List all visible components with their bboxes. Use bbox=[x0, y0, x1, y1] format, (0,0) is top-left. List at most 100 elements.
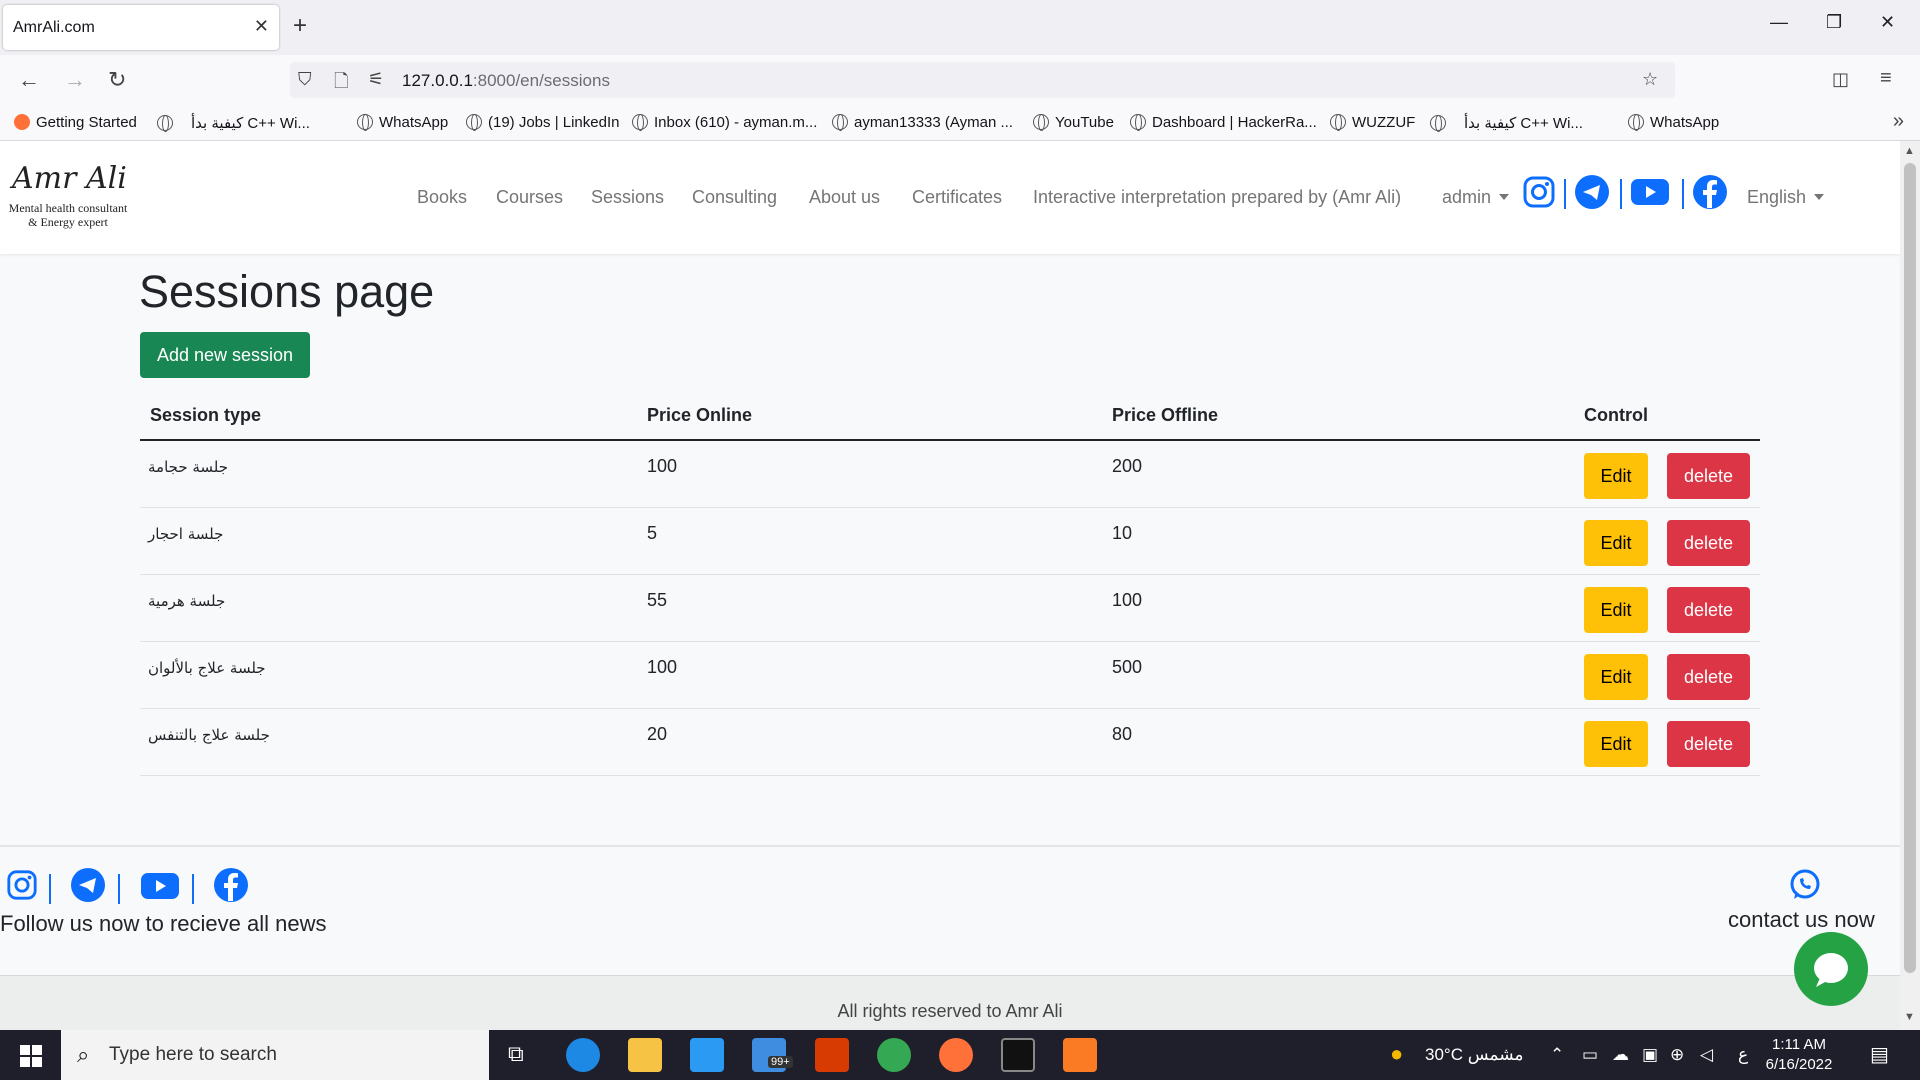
restore-icon[interactable]: ❐ bbox=[1826, 12, 1842, 33]
tray-overflow-icon[interactable]: ⌃ bbox=[1550, 1045, 1564, 1065]
onedrive-icon[interactable]: ☁ bbox=[1612, 1045, 1629, 1065]
clock[interactable]: 1:11 AM 6/16/2022 bbox=[1755, 1035, 1843, 1075]
bookmark-item[interactable]: WhatsApp bbox=[357, 114, 448, 131]
mail-badge: 99+ bbox=[768, 1056, 793, 1068]
terminal-icon[interactable] bbox=[1001, 1038, 1035, 1072]
contact-us-link[interactable]: contact us now bbox=[1728, 907, 1875, 933]
battery-icon[interactable]: ▭ bbox=[1582, 1045, 1598, 1065]
office-icon[interactable] bbox=[815, 1038, 849, 1072]
bookmark-item[interactable]: WhatsApp bbox=[1628, 114, 1719, 131]
bookmark-item[interactable]: Dashboard | HackerRa... bbox=[1130, 114, 1317, 131]
weather-text[interactable]: 30°C مشمس bbox=[1425, 1045, 1524, 1065]
back-icon[interactable]: ← bbox=[18, 67, 40, 93]
firefox-icon[interactable] bbox=[939, 1038, 973, 1072]
nav-courses[interactable]: Courses bbox=[496, 187, 563, 208]
network-icon[interactable]: ⊕ bbox=[1670, 1045, 1684, 1065]
delete-button[interactable]: delete bbox=[1667, 721, 1750, 767]
nav-books[interactable]: Books bbox=[417, 187, 467, 208]
minimize-icon[interactable]: — bbox=[1770, 12, 1788, 33]
nav-about-us[interactable]: About us bbox=[809, 187, 880, 208]
chrome-icon[interactable] bbox=[877, 1038, 911, 1072]
bookmarks-overflow-icon[interactable]: » bbox=[1893, 110, 1904, 133]
bookmark-item[interactable]: YouTube bbox=[1033, 114, 1114, 131]
nav-sessions[interactable]: Sessions bbox=[591, 187, 664, 208]
column-header: Price Online bbox=[647, 405, 753, 425]
globe-icon bbox=[1033, 114, 1049, 131]
add-session-button[interactable]: Add new session bbox=[140, 332, 310, 378]
globe-icon bbox=[1330, 114, 1346, 131]
price-offline: 200 bbox=[1112, 456, 1143, 476]
telegram-icon[interactable] bbox=[70, 867, 106, 903]
admin-dropdown[interactable]: admin bbox=[1442, 187, 1510, 208]
nav-interactive-interpretation[interactable]: Interactive interpretation prepared by (… bbox=[1033, 187, 1401, 208]
task-view-icon[interactable]: ⧉ bbox=[508, 1041, 524, 1067]
language-dropdown[interactable]: English bbox=[1747, 187, 1825, 208]
volume-icon[interactable]: ◁ bbox=[1700, 1045, 1713, 1065]
new-tab-icon[interactable]: + bbox=[293, 12, 307, 40]
delete-button[interactable]: delete bbox=[1667, 520, 1750, 566]
chat-button[interactable] bbox=[1794, 932, 1868, 1006]
shield-icon[interactable]: ⛉ bbox=[298, 69, 312, 90]
browser-tab[interactable]: AmrAli.com ✕ bbox=[3, 5, 279, 50]
edge-icon[interactable] bbox=[566, 1038, 600, 1072]
price-online: 55 bbox=[647, 590, 668, 610]
url-bar[interactable]: ⛉ 🗋 ⚟ 127.0.0.1:8000/en/sessions ☆ bbox=[290, 62, 1675, 98]
edit-button[interactable]: Edit bbox=[1584, 721, 1648, 767]
mail-icon[interactable]: 99+ bbox=[752, 1038, 793, 1072]
globe-icon bbox=[157, 115, 173, 132]
bookmark-star-icon[interactable]: ☆ bbox=[1642, 69, 1658, 90]
edit-button[interactable]: Edit bbox=[1584, 520, 1648, 566]
close-tab-icon[interactable]: ✕ bbox=[254, 16, 269, 37]
bookmark-item[interactable]: كيفية بدأ C++ Wi... bbox=[1430, 114, 1583, 132]
bookmark-item[interactable]: Inbox (610) - ayman.m... bbox=[632, 114, 817, 131]
instagram-icon[interactable] bbox=[1522, 175, 1556, 209]
bookmark-item[interactable]: Getting Started bbox=[14, 114, 137, 131]
menu-icon[interactable]: ≡ bbox=[1880, 67, 1892, 90]
edit-button[interactable]: Edit bbox=[1584, 453, 1648, 499]
youtube-icon[interactable] bbox=[1630, 177, 1670, 207]
file-explorer-icon[interactable] bbox=[628, 1038, 662, 1072]
scroll-thumb[interactable] bbox=[1904, 163, 1916, 973]
price-online: 100 bbox=[647, 657, 678, 677]
scroll-up-icon[interactable]: ▲ bbox=[1904, 145, 1915, 157]
nav-certificates[interactable]: Certificates bbox=[912, 187, 1002, 208]
whatsapp-icon[interactable] bbox=[1788, 868, 1822, 902]
page-viewport: Amr Ali Mental health consultant & Energ… bbox=[0, 141, 1900, 1030]
store-icon[interactable] bbox=[690, 1038, 724, 1072]
bookmark-item[interactable]: كيفية بدأ C++ Wi... bbox=[157, 114, 310, 132]
permissions-icon[interactable]: ⚟ bbox=[368, 69, 384, 90]
url-text[interactable]: 127.0.0.1:8000/en/sessions bbox=[402, 71, 610, 91]
pocket-icon[interactable]: ◫ bbox=[1832, 69, 1849, 90]
notifications-icon[interactable]: ▤ bbox=[1870, 1042, 1889, 1067]
logo[interactable]: Amr Ali bbox=[12, 161, 127, 196]
divider bbox=[1682, 179, 1684, 209]
windows-start-icon[interactable] bbox=[20, 1045, 42, 1067]
nav-consulting[interactable]: Consulting bbox=[692, 187, 777, 208]
price-offline: 500 bbox=[1112, 657, 1143, 677]
bookmark-item[interactable]: (19) Jobs | LinkedIn bbox=[466, 114, 619, 131]
edit-button[interactable]: Edit bbox=[1584, 587, 1648, 633]
window-close-icon[interactable]: ✕ bbox=[1880, 12, 1895, 33]
delete-button[interactable]: delete bbox=[1667, 453, 1750, 499]
session-type: جلسة علاج بالألوان bbox=[148, 659, 266, 677]
input-language[interactable]: ع bbox=[1738, 1045, 1748, 1065]
xampp-icon[interactable] bbox=[1063, 1038, 1097, 1072]
delete-button[interactable]: delete bbox=[1667, 587, 1750, 633]
edit-button[interactable]: Edit bbox=[1584, 654, 1648, 700]
telegram-icon[interactable] bbox=[1574, 174, 1610, 210]
bookmark-item[interactable]: ayman13333 (Ayman ... bbox=[832, 114, 1013, 131]
delete-button[interactable]: delete bbox=[1667, 654, 1750, 700]
meet-icon[interactable]: ▣ bbox=[1642, 1045, 1658, 1065]
bookmark-item[interactable]: WUZZUF bbox=[1330, 114, 1415, 131]
reload-icon[interactable]: ↻ bbox=[108, 67, 126, 93]
facebook-icon[interactable] bbox=[213, 867, 249, 903]
youtube-icon[interactable] bbox=[140, 871, 180, 901]
facebook-icon[interactable] bbox=[1692, 174, 1728, 210]
copyright-text: All rights reserved to Amr Ali bbox=[837, 1001, 1063, 1021]
price-online: 5 bbox=[647, 523, 658, 543]
forward-icon[interactable]: → bbox=[64, 67, 86, 93]
scroll-down-icon[interactable]: ▼ bbox=[1904, 1011, 1915, 1023]
taskbar-search[interactable]: ⌕ Type here to search bbox=[61, 1030, 489, 1080]
page-scrollbar[interactable]: ▲ ▼ bbox=[1900, 141, 1920, 1030]
instagram-icon[interactable] bbox=[6, 869, 38, 901]
